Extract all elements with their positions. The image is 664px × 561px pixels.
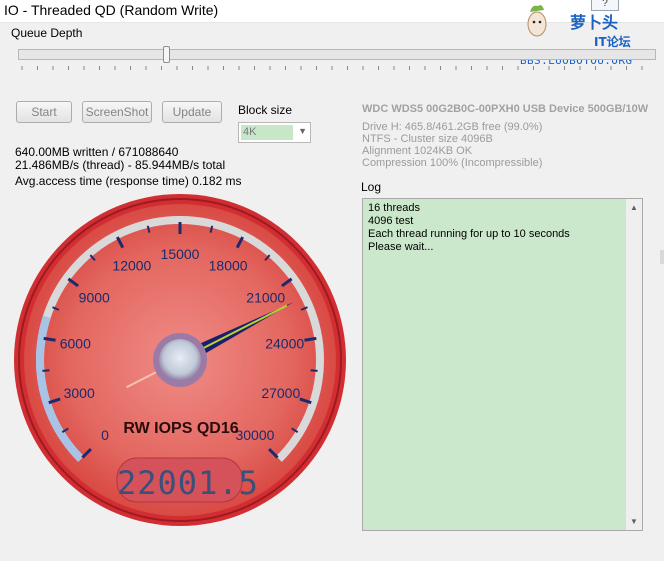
gauge-scale-label: 0 <box>101 427 109 443</box>
gauge-minor-tick <box>310 369 318 372</box>
gauge-scale-label: 9000 <box>79 290 110 306</box>
device-title: WDC WDS5 00G2B0C-00PXH0 USB Device 500GB… <box>362 103 649 115</box>
drive-info: Drive H: 465.8/461.2GB free (99.0%) <box>362 121 543 133</box>
log-scrollbar[interactable]: ▲ ▼ <box>625 199 642 530</box>
block-size-select[interactable]: 4K ▼ <box>238 122 311 143</box>
gauge-major-tick <box>43 336 56 342</box>
compression-info: Compression 100% (Incompressible) <box>362 157 543 169</box>
start-button[interactable]: Start <box>16 101 72 123</box>
gauge-minor-tick <box>42 369 50 372</box>
gauge-scale-label: 6000 <box>60 335 91 351</box>
log-label: Log <box>361 180 382 194</box>
access-time-stat: Avg.access time (response time) 0.182 ms <box>15 174 242 188</box>
log-line: 4096 test <box>368 215 414 227</box>
queue-depth-thumb[interactable] <box>163 46 170 63</box>
gauge-readout: 22001.5 <box>117 464 259 502</box>
block-size-value: 4K <box>241 125 293 140</box>
gauge-scale-label: 15000 <box>161 246 200 262</box>
log-line: 16 threads <box>368 202 420 214</box>
window-title: IO - Threaded QD (Random Write) <box>4 2 219 18</box>
gauge-scale-label: 24000 <box>265 335 304 351</box>
scroll-down-icon[interactable]: ▼ <box>630 517 638 526</box>
logo-main-text: 萝卜头 <box>570 13 618 32</box>
screenshot-button[interactable]: ScreenShot <box>82 101 152 123</box>
gauge-scale-label: 21000 <box>246 290 285 306</box>
log-box[interactable]: 16 threads 4096 test Each thread running… <box>362 198 643 531</box>
slider-ticks <box>21 66 643 70</box>
logo-sub-text: IT论坛 <box>594 34 631 49</box>
window-edge <box>660 250 664 264</box>
log-line: Each thread running for up to 10 seconds <box>368 228 570 240</box>
gauge-title: RW IOPS QD16 <box>123 420 239 437</box>
queue-depth-label: Queue Depth <box>11 26 83 40</box>
chevron-down-icon: ▼ <box>298 126 307 136</box>
block-size-label: Block size <box>238 103 293 117</box>
gauge-hub <box>159 339 201 381</box>
update-button[interactable]: Update <box>162 101 222 123</box>
alignment-info: Alignment 1024KB OK <box>362 145 473 157</box>
scroll-up-icon[interactable]: ▲ <box>630 203 638 212</box>
gauge-scale-label: 18000 <box>209 258 248 274</box>
queue-depth-slider[interactable] <box>18 49 656 60</box>
written-stat: 640.00MB written / 671088640 <box>15 145 179 159</box>
gauge-scale-label: 12000 <box>112 258 151 274</box>
log-line: Please wait... <box>368 241 434 253</box>
gauge-scale-label: 27000 <box>261 385 300 401</box>
speed-stat: 21.486MB/s (thread) - 85.944MB/s total <box>15 158 226 172</box>
gauge-major-tick <box>304 336 317 342</box>
filesystem-info: NTFS - Cluster size 4096B <box>362 133 493 145</box>
gauge-scale-label: 3000 <box>64 385 95 401</box>
